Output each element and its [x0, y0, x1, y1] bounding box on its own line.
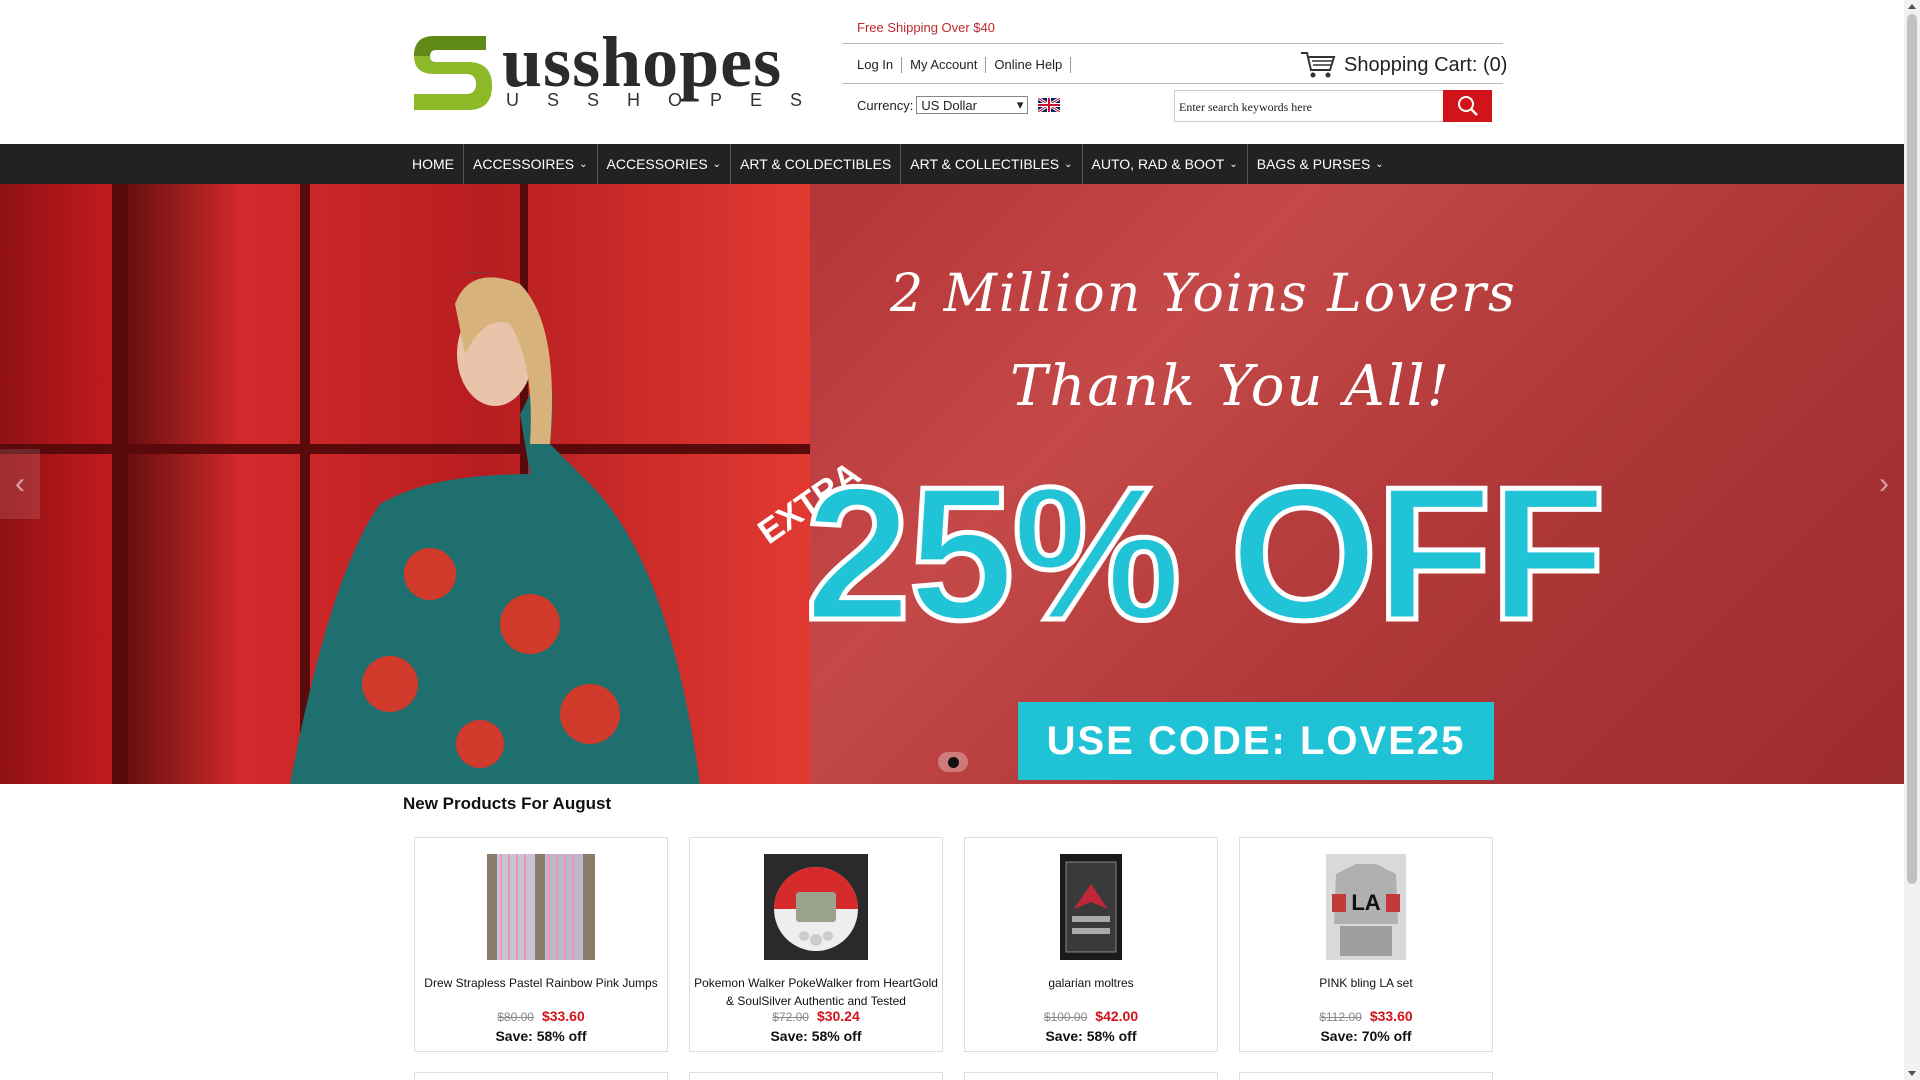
product-old-price: $72.00 — [772, 1010, 809, 1024]
banner-promo-code: USE CODE: LOVE25 — [1018, 702, 1494, 780]
nav-item-accessories[interactable]: ACCESSORIES ⌄ — [598, 144, 732, 184]
header-divider — [842, 43, 1503, 44]
nav-item-label: ART & COLDECTIBLES — [740, 156, 892, 172]
nav-item-label: ART & COLLECTIBLES — [910, 156, 1060, 172]
product-savings: Save: 58% off — [770, 1028, 862, 1044]
chevron-down-icon: ⌄ — [1064, 158, 1073, 170]
nav-item-label: ACCESSOIRES — [473, 156, 575, 172]
site-logo[interactable]: usshopes USSHOPES — [406, 24, 802, 120]
free-shipping-text: Free Shipping Over $40 — [857, 20, 996, 35]
my-account-link[interactable]: My Account — [902, 57, 987, 73]
product-name[interactable]: PINK bling LA set — [1242, 974, 1490, 992]
chevron-down-icon: ⌄ — [579, 158, 588, 170]
product-card[interactable] — [689, 1072, 943, 1080]
chevron-down-icon: ⌄ — [712, 158, 722, 170]
carousel-dot[interactable] — [947, 756, 959, 768]
nav-item-accessoires[interactable]: ACCESSOIRES ⌄ — [464, 144, 598, 184]
product-card[interactable] — [414, 1072, 668, 1080]
product-old-price: $100.00 — [1043, 1010, 1088, 1024]
hero-banner[interactable]: 2 Million Yoins Lovers Thank You All! EX… — [0, 184, 1904, 784]
nav-item-label: AUTO, RAD & BOOT — [1091, 156, 1225, 172]
product-savings: Save: 58% off — [495, 1028, 587, 1044]
logo-brand-text: usshopes — [502, 22, 783, 102]
svg-text:LA: LA — [1351, 890, 1380, 915]
chevron-down-icon: ⌄ — [1375, 158, 1384, 170]
product-card[interactable] — [964, 1072, 1218, 1080]
main-nav: HOME ACCESSOIRES ⌄ ACCESSORIES ⌄ ART & COLDEC… — [0, 144, 1904, 184]
product-price: $112.00 $33.60 — [1240, 1008, 1492, 1024]
product-card[interactable] — [1239, 1072, 1493, 1080]
carousel-prev-button[interactable]: ‹ — [0, 449, 40, 519]
product-old-price: $80.00 — [497, 1010, 534, 1024]
page-scrollbar[interactable] — [1904, 0, 1920, 1080]
account-links: Log In My Account Online Help — [857, 57, 1072, 73]
product-name[interactable]: Pokemon Walker PokeWalker from HeartGold… — [692, 974, 940, 1010]
door-frame — [112, 184, 128, 784]
currency-value: US Dollar — [921, 97, 977, 113]
product-card[interactable]: Drew Strapless Pastel Rainbow Pink Jumps… — [414, 837, 668, 1052]
product-card[interactable]: galarian moltres $100.00 $42.00 Save: 58% o… — [964, 837, 1218, 1052]
nav-item-art-coldectibles[interactable]: ART & COLDECTIBLES — [731, 144, 902, 184]
currency-selector: Currency: US Dollar ▾ — [857, 96, 1029, 114]
model-figure — [290, 272, 700, 784]
product-price: $72.00 $30.24 — [690, 1008, 942, 1024]
nav-item-art-collectibles[interactable]: ART & COLLECTIBLES ⌄ — [901, 144, 1083, 184]
product-price: $100.00 $42.00 — [965, 1008, 1217, 1024]
chevron-right-icon: › — [1879, 467, 1889, 500]
product-image[interactable] — [1060, 842, 1122, 972]
product-image[interactable] — [487, 842, 595, 972]
cart-icon — [1301, 52, 1336, 78]
currency-label: Currency: — [857, 97, 914, 113]
product-grid: Drew Strapless Pastel Rainbow Pink Jumps… — [414, 837, 1493, 1052]
logo-sub-text: USSHOPES — [506, 90, 831, 110]
banner-headline-1: 2 Million Yoins Lovers — [890, 264, 1517, 324]
header-divider — [842, 83, 1503, 84]
nav-items: HOME ACCESSOIRES ⌄ ACCESSORIES ⌄ ART & COLDEC… — [403, 144, 1393, 184]
product-sale-price: $30.24 — [816, 1008, 860, 1024]
nav-item-label: ACCESSORIES — [606, 156, 708, 172]
product-sale-price: $33.60 — [1369, 1008, 1413, 1024]
nav-item-label: BAGS & PURSES — [1256, 156, 1371, 172]
product-sale-price: $33.60 — [541, 1008, 585, 1024]
product-savings: Save: 70% off — [1320, 1028, 1412, 1044]
search-button[interactable] — [1443, 90, 1492, 122]
nav-item-label: HOME — [412, 156, 454, 172]
product-sale-price: $42.00 — [1095, 1008, 1139, 1024]
currency-select[interactable]: US Dollar ▾ — [916, 96, 1029, 114]
chevron-down-icon: ▾ — [1016, 97, 1024, 112]
product-grid-next-row — [414, 1072, 1493, 1080]
banner-discount-text: 25% OFF — [803, 448, 1609, 660]
product-card[interactable]: LA PINK bling LA set $112.00 $33.60 Save: 70… — [1239, 837, 1493, 1052]
carousel-indicator — [938, 752, 968, 772]
uk-flag-icon[interactable] — [1038, 98, 1060, 112]
nav-item-home[interactable]: HOME — [403, 144, 464, 184]
product-name[interactable]: galarian moltres — [967, 974, 1215, 992]
search-icon — [1457, 96, 1478, 116]
online-help-link[interactable]: Online Help — [986, 57, 1072, 73]
product-name[interactable]: Drew Strapless Pastel Rainbow Pink Jumps — [417, 974, 665, 992]
logo-s-icon — [414, 36, 492, 110]
product-savings: Save: 58% off — [1045, 1028, 1137, 1044]
cart-label: Shopping Cart: (0) — [1344, 53, 1508, 76]
product-old-price: $112.00 — [1319, 1010, 1362, 1024]
nav-item-auto-rad-boot[interactable]: AUTO, RAD & BOOT ⌄ — [1083, 144, 1248, 184]
login-link[interactable]: Log In — [857, 57, 903, 73]
scroll-down-icon[interactable] — [1908, 1071, 1916, 1076]
section-title: New Products For August — [403, 794, 612, 813]
page: usshopes USSHOPES Free Shipping Over $40… — [0, 0, 1904, 1080]
chevron-down-icon: ⌄ — [1229, 158, 1238, 170]
shopping-cart-link[interactable]: Shopping Cart: (0) — [1300, 50, 1507, 80]
banner-headline-2: Thank You All! — [1010, 354, 1452, 419]
product-card[interactable]: Pokemon Walker PokeWalker from HeartGold… — [689, 837, 943, 1052]
carousel-next-button[interactable]: › — [1864, 449, 1904, 519]
product-image[interactable] — [764, 842, 868, 972]
scrollbar-thumb[interactable] — [1907, 14, 1917, 884]
product-price: $80.00 $33.60 — [415, 1008, 667, 1024]
chevron-left-icon: ‹ — [15, 467, 25, 500]
nav-item-bags-purses[interactable]: BAGS & PURSES ⌄ — [1248, 144, 1393, 184]
product-image[interactable]: LA — [1326, 842, 1406, 972]
scroll-up-icon[interactable] — [1908, 4, 1916, 9]
